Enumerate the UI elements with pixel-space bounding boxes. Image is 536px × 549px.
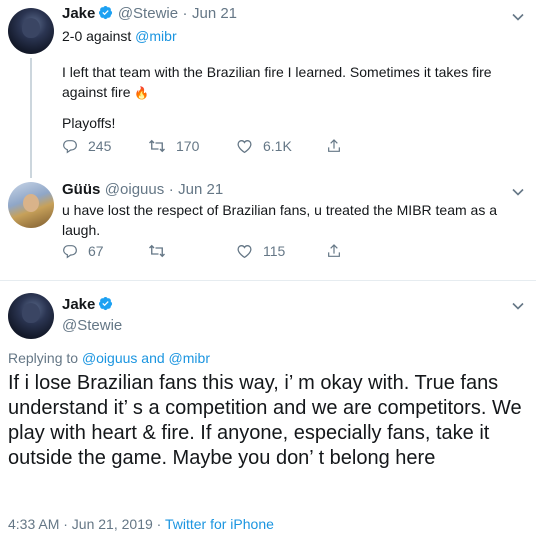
mention-link[interactable]: @mibr bbox=[169, 350, 210, 366]
display-name[interactable]: Güüs bbox=[62, 181, 100, 198]
thread-line bbox=[30, 58, 32, 178]
retweet-button[interactable]: 170 bbox=[148, 138, 236, 154]
mention-link[interactable]: @mibr bbox=[135, 28, 176, 44]
user-handle[interactable]: @Stewie bbox=[118, 5, 178, 22]
fire-emoji: 🔥 bbox=[134, 86, 150, 100]
user-handle[interactable]: @Stewie bbox=[62, 317, 122, 334]
timestamp[interactable]: 4:33 AM · Jun 21, 2019 · bbox=[8, 516, 165, 532]
separator-dot: · bbox=[182, 5, 188, 22]
retweet-icon bbox=[149, 244, 165, 258]
caret-down-icon[interactable] bbox=[512, 186, 524, 198]
retweet-icon bbox=[149, 139, 165, 153]
like-icon bbox=[237, 140, 252, 154]
action-bar: 245 170 6.1K bbox=[62, 138, 352, 154]
main-tweet-text: If i lose Brazilian fans this way, i’ m … bbox=[8, 372, 522, 469]
separator-dot: · bbox=[168, 181, 174, 198]
verified-icon bbox=[98, 5, 113, 25]
tweet-text: u have lost the respect of Brazilian fan… bbox=[62, 202, 498, 238]
caret-down-icon[interactable] bbox=[512, 11, 524, 23]
like-icon bbox=[237, 245, 252, 259]
source-link[interactable]: Twitter for iPhone bbox=[165, 516, 274, 532]
action-bar: 67 115 bbox=[62, 243, 352, 259]
share-button[interactable] bbox=[326, 243, 352, 259]
avatar[interactable] bbox=[8, 8, 54, 54]
mention-link[interactable]: @oiguus bbox=[82, 350, 137, 366]
main-tweet: Jake @Stewie Replying to @oiguus and @mi… bbox=[0, 281, 536, 549]
tweet-2[interactable]: Güüs @oiguus · Jun 21 u have lost the re… bbox=[0, 172, 536, 280]
tweet-header: Güüs @oiguus · Jun 21 bbox=[62, 181, 223, 199]
caret-down-icon[interactable] bbox=[512, 300, 524, 312]
tweet-text-paragraph: I left that team with the Brazilian fire… bbox=[62, 64, 492, 100]
reply-icon bbox=[63, 140, 77, 154]
tweet-date[interactable]: Jun 21 bbox=[178, 181, 223, 198]
reply-button[interactable]: 245 bbox=[62, 138, 148, 154]
reply-icon bbox=[63, 245, 77, 259]
tweet-1[interactable]: Jake @Stewie · Jun 21 2-0 against @mibr … bbox=[0, 0, 536, 178]
share-icon bbox=[328, 139, 340, 152]
tweet-header: Jake @Stewie bbox=[62, 296, 122, 334]
display-name[interactable]: Jake bbox=[62, 5, 95, 22]
like-button[interactable]: 115 bbox=[236, 243, 326, 259]
display-name[interactable]: Jake bbox=[62, 296, 95, 313]
tweet-metadata: 4:33 AM · Jun 21, 2019 · Twitter for iPh… bbox=[8, 516, 274, 532]
reply-button[interactable]: 67 bbox=[62, 243, 148, 259]
like-button[interactable]: 6.1K bbox=[236, 138, 326, 154]
share-icon bbox=[328, 244, 340, 257]
tweet-text-playoffs: Playoffs! bbox=[62, 115, 116, 131]
tweet-header: Jake @Stewie · Jun 21 bbox=[62, 5, 237, 25]
share-button[interactable] bbox=[326, 138, 352, 154]
user-handle[interactable]: @oiguus bbox=[105, 181, 164, 198]
retweet-button[interactable] bbox=[148, 243, 236, 259]
tweet-date[interactable]: Jun 21 bbox=[192, 5, 237, 22]
tweet-text-line1: 2-0 against @mibr bbox=[62, 28, 177, 44]
avatar[interactable] bbox=[8, 182, 54, 228]
verified-icon bbox=[98, 296, 113, 316]
avatar[interactable] bbox=[8, 293, 54, 339]
replying-to: Replying to @oiguus and @mibr bbox=[8, 350, 210, 366]
